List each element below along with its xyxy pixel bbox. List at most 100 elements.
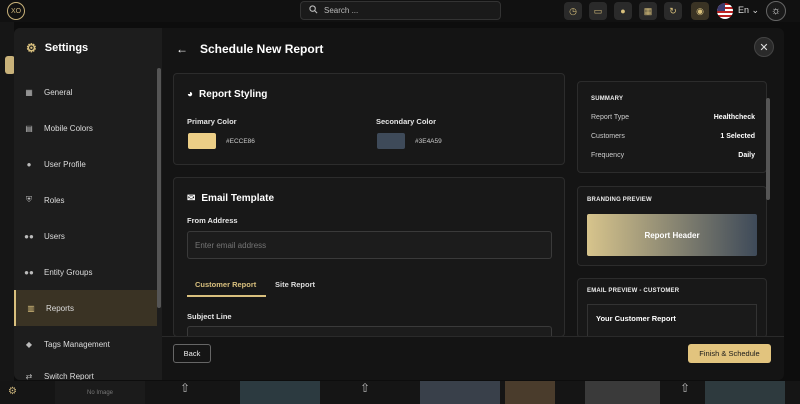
summary-row-customers: Customers 1 Selected	[591, 133, 755, 140]
report-styling-title: Report Styling	[199, 89, 268, 100]
sidebar-item-label: Mobile Colors	[44, 123, 93, 133]
search-icon	[309, 5, 318, 16]
refresh-icon[interactable]: ↻	[664, 2, 682, 20]
branding-header-preview: Report Header	[587, 214, 757, 256]
switch-icon: ⇄	[25, 372, 33, 380]
tab-customer-report[interactable]: Customer Report	[195, 280, 256, 289]
background-nav	[0, 22, 14, 382]
settings-modal: ⚙ Settings ▦ General ▤ Mobile Colors ● User…	[14, 28, 784, 380]
thumbnail-image[interactable]	[240, 381, 320, 404]
summary-value: Healthcheck	[713, 114, 755, 121]
user-icon: ●	[26, 159, 32, 169]
summary-title: SUMMARY	[591, 96, 624, 102]
sidebar-item-users[interactable]: ●● Users	[14, 218, 157, 254]
clock-icon[interactable]: ◷	[564, 2, 582, 20]
close-icon: ✕	[759, 41, 769, 54]
email-preview-title: EMAIL PREVIEW - CUSTOMER	[587, 288, 680, 294]
summary-key: Frequency	[591, 152, 625, 159]
email-preview-subject-text: Your Customer Report	[596, 314, 676, 323]
summary-card	[577, 81, 767, 173]
grid-icon: ▦	[25, 87, 33, 97]
page-title: Schedule New Report	[200, 42, 324, 56]
sidebar-item-label: Entity Groups	[44, 267, 93, 277]
tab-active-underline	[187, 295, 266, 297]
sidebar-item-general[interactable]: ▦ General	[14, 74, 157, 110]
sidebar-item-mobile-colors[interactable]: ▤ Mobile Colors	[14, 110, 157, 146]
report-styling-heading: ◕ Report Styling	[187, 89, 267, 100]
right-panel-scrollbar[interactable]	[766, 98, 770, 200]
theme-toggle-sun-icon[interactable]: ☼	[766, 1, 786, 21]
from-address-input[interactable]	[187, 231, 552, 259]
branding-preview-title: BRANDING PREVIEW	[587, 197, 652, 203]
upload-icon[interactable]: ⇧	[350, 381, 380, 404]
search-placeholder: Search ...	[324, 6, 359, 15]
secondary-color-hex: #3E4A59	[415, 138, 442, 145]
summary-key: Report Type	[591, 114, 630, 121]
report-header-text: Report Header	[644, 230, 700, 240]
mail-icon: ✉	[187, 193, 196, 204]
summary-value: 1 Selected	[720, 133, 755, 140]
thumbnail-image[interactable]	[420, 381, 500, 404]
summary-value: Daily	[738, 152, 755, 159]
thumbnail-placeholder: No Image	[55, 381, 145, 404]
building-icon[interactable]: ▦	[639, 2, 657, 20]
sidebar-item-label: Roles	[44, 195, 65, 205]
thumbnail-image[interactable]	[585, 381, 660, 404]
close-button[interactable]: ✕	[754, 37, 774, 57]
thumbnail-image[interactable]	[705, 381, 785, 404]
language-selector[interactable]: En ⌄	[738, 5, 759, 16]
primary-color-hex: #ECCE86	[226, 138, 255, 145]
tab-site-report[interactable]: Site Report	[275, 280, 315, 289]
settings-header: ⚙ Settings	[26, 41, 88, 55]
sidebar-item-user-profile[interactable]: ● User Profile	[14, 146, 157, 182]
chevron-down-icon: ⌄	[751, 5, 760, 15]
tag-icon: ◆	[25, 339, 33, 349]
primary-color-swatch[interactable]	[188, 133, 216, 149]
summary-key: Customers	[591, 133, 625, 140]
summary-row-frequency: Frequency Daily	[591, 152, 755, 159]
primary-color-label: Primary Color	[187, 117, 237, 126]
subject-line-label: Subject Line	[187, 312, 232, 321]
page-header: ← Schedule New Report	[176, 42, 323, 56]
us-flag-icon[interactable]	[717, 3, 733, 19]
secondary-color-label: Secondary Color	[376, 117, 437, 126]
bottom-gear-icon[interactable]: ⚙	[8, 386, 17, 397]
users-icon: ●●	[24, 231, 34, 241]
summary-row-report-type: Report Type Healthcheck	[591, 114, 755, 121]
shield-icon: ⛨	[26, 195, 32, 204]
sidebar-item-label: Reports	[46, 303, 75, 313]
settings-title: Settings	[44, 42, 89, 54]
email-template-title: Email Template	[201, 193, 275, 204]
sidebar-item-reports[interactable]: ▥ Reports	[14, 290, 157, 326]
group-icon: ●●	[24, 267, 34, 277]
app-logo[interactable]: XO	[7, 2, 25, 20]
sidebar-item-entity-groups[interactable]: ●● Entity Groups	[14, 254, 157, 290]
secondary-color-swatch[interactable]	[377, 133, 405, 149]
palette-icon: ◕	[187, 89, 194, 100]
global-search[interactable]: Search ...	[300, 1, 501, 20]
back-arrow-icon[interactable]: ←	[176, 42, 188, 56]
from-address-label: From Address	[187, 216, 238, 225]
no-image-text: No Image	[86, 389, 113, 396]
sidebar-item-label: Tags Management	[44, 339, 110, 349]
sidebar-item-label: User Profile	[44, 159, 86, 169]
finish-schedule-button[interactable]: Finish & Schedule	[688, 344, 771, 363]
upload-icon[interactable]: ⇧	[670, 381, 700, 404]
account-icon[interactable]: ●	[614, 2, 632, 20]
thumbnail-image[interactable]	[505, 381, 555, 404]
sidebar-item-switch-report[interactable]: ⇄ Switch Report	[14, 362, 157, 380]
back-button[interactable]: Back	[173, 344, 211, 363]
palette-icon: ▤	[25, 123, 33, 133]
sidebar-item-label: Users	[44, 231, 65, 241]
sidebar-item-roles[interactable]: ⛨ Roles	[14, 182, 157, 218]
sidebar-scrollbar[interactable]	[157, 68, 161, 308]
email-template-heading: ✉ Email Template	[187, 193, 274, 204]
monitor-icon[interactable]: ▭	[589, 2, 607, 20]
sidebar-item-tags-management[interactable]: ◆ Tags Management	[14, 326, 157, 362]
sidebar-item-label: General	[44, 87, 73, 97]
language-label: En	[738, 5, 750, 15]
email-preview-subject: Your Customer Report	[587, 304, 757, 338]
sidebar-item-label: Switch Report	[44, 372, 94, 380]
coins-icon[interactable]: ◉	[691, 2, 709, 20]
upload-icon[interactable]: ⇧	[170, 381, 200, 404]
